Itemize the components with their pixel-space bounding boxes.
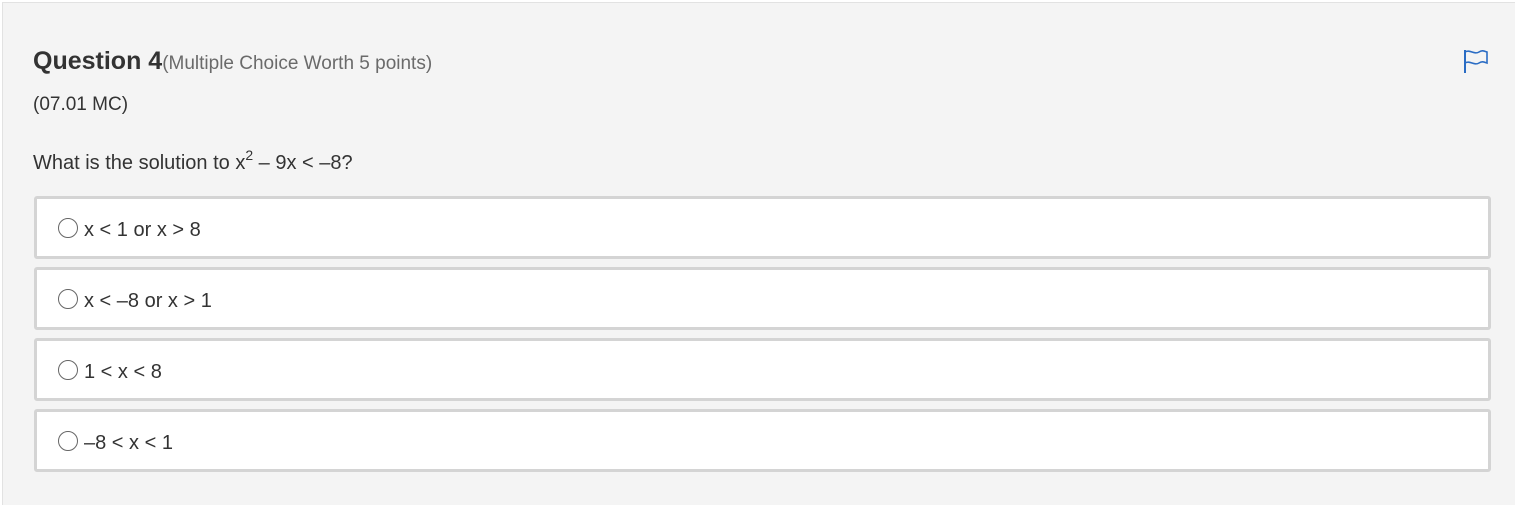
radio-button-2[interactable] [58, 289, 78, 309]
answer-option-4[interactable]: –8 < x < 1 [34, 409, 1491, 472]
answer-option-2[interactable]: x < –8 or x > 1 [34, 267, 1491, 330]
flag-icon[interactable] [1462, 48, 1490, 74]
answer-option-3[interactable]: 1 < x < 8 [34, 338, 1491, 401]
answer-option-label: –8 < x < 1 [84, 432, 173, 454]
answer-option-1[interactable]: x < 1 or x > 8 [34, 196, 1491, 259]
question-panel: Question 4(Multiple Choice Worth 5 point… [2, 2, 1515, 505]
answer-options: x < 1 or x > 8 x < –8 or x > 1 1 < x < 8… [34, 196, 1491, 480]
answer-option-label: x < 1 or x > 8 [84, 219, 201, 241]
question-header: Question 4(Multiple Choice Worth 5 point… [33, 47, 432, 76]
radio-button-4[interactable] [58, 431, 78, 451]
question-meta: (Multiple Choice Worth 5 points) [162, 53, 433, 74]
radio-button-3[interactable] [58, 360, 78, 380]
prompt-exponent: 2 [245, 147, 254, 163]
question-title: Question 4 [33, 47, 163, 75]
prompt-text-start: What is the solution to x [33, 152, 246, 174]
radio-button-1[interactable] [58, 218, 78, 238]
question-prompt: What is the solution to x2 – 9x < –8? [33, 148, 353, 175]
answer-option-label: 1 < x < 8 [84, 361, 162, 383]
question-code: (07.01 MC) [33, 94, 129, 115]
answer-option-label: x < –8 or x > 1 [84, 290, 212, 312]
prompt-text-end: – 9x < –8? [253, 152, 353, 174]
